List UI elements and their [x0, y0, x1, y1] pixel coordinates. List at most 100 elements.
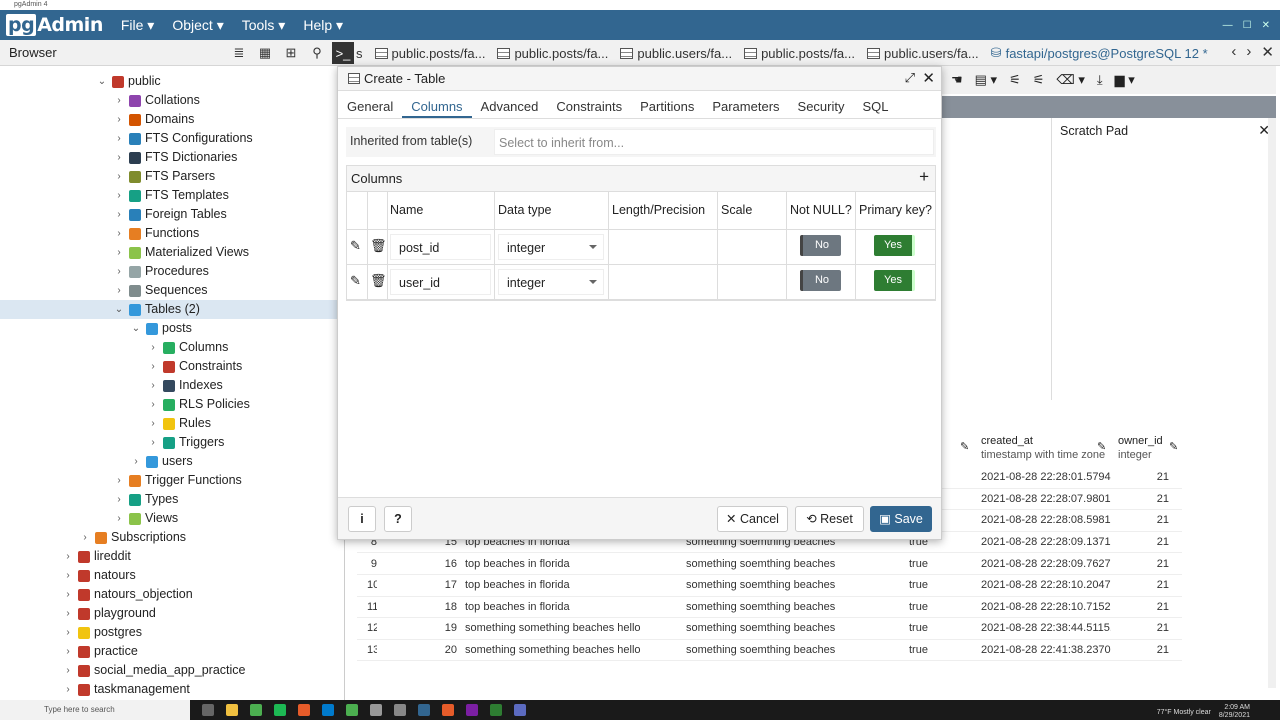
chevron-right-icon[interactable]: › — [62, 661, 74, 680]
table-row[interactable]: 13 20 something something beaches hello som… — [357, 640, 1182, 662]
database-icon[interactable]: ≣ — [228, 42, 250, 64]
tab-query[interactable]: public.posts/fa... — [493, 46, 616, 61]
tree-node[interactable]: › social_media_app_practice — [62, 661, 245, 680]
table-row[interactable]: 9 16 top beaches in florida something soemt… — [357, 553, 1182, 575]
tree-node[interactable]: › Indexes — [147, 376, 222, 395]
scratch-pad[interactable]: Scratch Pad ✕ — [1051, 118, 1276, 400]
tree-node[interactable]: › taskmanagement — [62, 680, 190, 699]
tree-node[interactable]: › postgres — [62, 623, 142, 642]
tab-query[interactable]: public.users/fa... — [863, 46, 987, 61]
hand-icon[interactable]: ☚ — [951, 72, 963, 88]
reset-button[interactable]: ⟲ Reset — [795, 506, 864, 532]
terminal-icon[interactable]: >_ — [332, 42, 354, 64]
chevron-right-icon[interactable]: › — [113, 224, 125, 243]
table-row[interactable]: 10 17 top beaches in florida something soem… — [357, 575, 1182, 597]
cancel-button[interactable]: ✕ Cancel — [717, 506, 788, 532]
task-view-icon[interactable] — [202, 704, 214, 716]
chevron-right-icon[interactable]: › — [147, 357, 159, 376]
tree-node[interactable]: › Views — [113, 509, 178, 528]
tree-node[interactable]: ⌄ Tables (2) — [0, 300, 344, 319]
chevron-right-icon[interactable]: › — [62, 604, 74, 623]
app-icon[interactable] — [466, 704, 478, 716]
column-name-input[interactable]: user_id — [390, 269, 491, 295]
chevron-right-icon[interactable]: › — [79, 528, 91, 547]
vscode-icon[interactable] — [322, 704, 334, 716]
add-column-button[interactable]: + — [919, 167, 929, 187]
settings-icon[interactable] — [370, 704, 382, 716]
tree-node[interactable]: › Functions — [113, 224, 199, 243]
chevron-left-icon[interactable]: ‹ — [1231, 43, 1236, 61]
tree-node[interactable]: › playground — [62, 604, 156, 623]
chevron-right-icon[interactable]: › — [113, 110, 125, 129]
tree-node[interactable]: › Triggers — [147, 433, 224, 452]
tab-sql[interactable]: SQL — [854, 95, 898, 118]
tree-node[interactable]: › Procedures — [113, 262, 209, 281]
maximize-icon[interactable]: ☐ — [1243, 20, 1252, 31]
app-icon[interactable] — [490, 704, 502, 716]
data-type-select[interactable]: integer — [498, 269, 604, 295]
chrome-icon[interactable] — [250, 704, 262, 716]
not-null-toggle[interactable]: No — [800, 270, 841, 291]
menu-help[interactable]: Help ▾ — [303, 17, 343, 34]
eraser-icon[interactable]: ⌫ ▾ — [1056, 72, 1085, 88]
tree-node[interactable]: › FTS Parsers — [113, 167, 215, 186]
edit-icon[interactable]: ✎ — [960, 440, 969, 453]
filter-icon[interactable]: ⊞ — [280, 42, 302, 64]
tree-node[interactable]: › Foreign Tables — [113, 205, 226, 224]
chevron-right-icon[interactable]: › — [113, 471, 125, 490]
file-explorer-icon[interactable] — [226, 704, 238, 716]
chevron-down-icon[interactable]: ⌄ — [113, 300, 125, 319]
chevron-down-icon[interactable]: ⌄ — [130, 319, 142, 338]
taskbar-search[interactable]: Type here to search — [0, 700, 190, 720]
chevron-right-icon[interactable]: › — [147, 414, 159, 433]
chevron-right-icon[interactable]: › — [147, 395, 159, 414]
tab-general[interactable]: General — [338, 95, 402, 118]
tab-query[interactable]: public.users/fa... — [616, 46, 740, 61]
app-icon[interactable] — [514, 704, 526, 716]
save-button[interactable]: ▣ Save — [870, 506, 932, 532]
tree-node[interactable]: › users — [130, 452, 192, 471]
tree-node[interactable]: ⌄ public — [96, 72, 161, 91]
chevron-right-icon[interactable]: › — [113, 490, 125, 509]
grid-icon[interactable]: ▤ ▾ — [975, 72, 997, 88]
chevron-right-icon[interactable]: › — [113, 262, 125, 281]
tree-node[interactable]: ⌄ posts — [130, 319, 192, 338]
primary-key-toggle[interactable]: Yes — [874, 270, 915, 291]
tab-partitions[interactable]: Partitions — [631, 95, 703, 118]
tab-security[interactable]: Security — [789, 95, 854, 118]
chrome-icon[interactable] — [346, 704, 358, 716]
tree-node[interactable]: › Subscriptions — [79, 528, 186, 547]
tree-node[interactable]: › Types — [113, 490, 178, 509]
table-row[interactable]: 12 19 something something beaches hello som… — [357, 618, 1182, 640]
tree-node[interactable]: › Columns — [147, 338, 228, 357]
menu-object[interactable]: Object ▾ — [172, 17, 223, 34]
scrollbar[interactable] — [1268, 118, 1276, 688]
maximize-icon[interactable]: ⤢ — [905, 70, 915, 86]
chevron-right-icon[interactable]: › — [147, 338, 159, 357]
chevron-right-icon[interactable]: › — [130, 452, 142, 471]
inherit-select[interactable]: Select to inherit from... — [494, 129, 934, 155]
chevron-right-icon[interactable]: › — [113, 91, 125, 110]
column-name-input[interactable]: post_id — [390, 234, 491, 260]
chevron-right-icon[interactable]: › — [62, 680, 74, 699]
tab-advanced[interactable]: Advanced — [472, 95, 548, 118]
tab-truncated[interactable]: s — [352, 46, 371, 61]
info-button[interactable]: i — [348, 506, 376, 532]
chevron-right-icon[interactable]: › — [1246, 43, 1251, 61]
chevron-right-icon[interactable]: › — [62, 642, 74, 661]
chevron-right-icon[interactable]: › — [62, 547, 74, 566]
tree-node[interactable]: › Domains — [113, 110, 194, 129]
tab-constraints[interactable]: Constraints — [547, 95, 631, 118]
tree-node[interactable]: › Materialized Views — [113, 243, 249, 262]
tree-node[interactable]: › Sequences — [113, 281, 207, 300]
help-button[interactable]: ? — [384, 506, 412, 532]
spotify-icon[interactable] — [274, 704, 286, 716]
chevron-right-icon[interactable]: › — [147, 376, 159, 395]
tree-node[interactable]: › Constraints — [147, 357, 242, 376]
close-icon[interactable]: ✕ — [922, 69, 935, 87]
tab-query[interactable]: public.posts/fa... — [371, 46, 494, 61]
tree-node[interactable]: › practice — [62, 642, 137, 661]
tree-node[interactable]: › Rules — [147, 414, 211, 433]
tree-node[interactable]: › RLS Policies — [147, 395, 250, 414]
chevron-right-icon[interactable]: › — [62, 566, 74, 585]
